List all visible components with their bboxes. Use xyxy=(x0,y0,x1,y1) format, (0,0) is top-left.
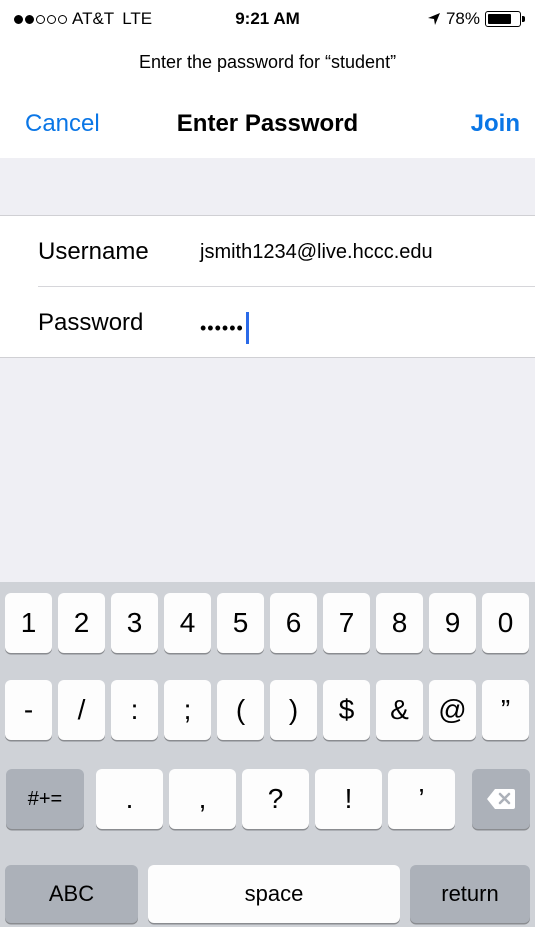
password-field[interactable]: •••••• xyxy=(200,312,249,344)
key[interactable]: & xyxy=(376,680,423,740)
status-bar: AT&T LTE 9:21 AM 78% xyxy=(0,0,535,40)
key[interactable]: 2 xyxy=(58,593,105,653)
key[interactable]: / xyxy=(58,680,105,740)
username-field[interactable]: jsmith1234@live.hccc.edu xyxy=(200,241,433,264)
key[interactable]: ; xyxy=(164,680,211,740)
numeric-keyboard: #+= ABC space return 1 2 3 4 5 6 7 8 9 0 - /:;() $ & @… xyxy=(0,582,535,927)
key[interactable]: ) xyxy=(270,680,317,740)
key[interactable]: ” xyxy=(482,680,529,740)
key[interactable]: $ xyxy=(323,680,370,740)
password-prompt: Enter the password for “student” xyxy=(138,52,397,72)
backspace-icon xyxy=(487,789,515,809)
password-row[interactable]: Password •••••• xyxy=(0,287,535,357)
password-masked-value: •••••• xyxy=(200,317,244,338)
navigation-bar: Cancel Enter Password Join xyxy=(0,100,535,150)
key[interactable]: ? xyxy=(242,769,309,829)
key[interactable]: - xyxy=(5,680,52,740)
key[interactable]: , xyxy=(169,769,236,829)
cancel-button[interactable]: Cancel xyxy=(25,110,100,138)
location-arrow-icon xyxy=(427,13,440,25)
space-key[interactable]: space xyxy=(148,865,400,923)
return-key[interactable]: return xyxy=(410,865,530,923)
join-button[interactable]: Join xyxy=(471,110,520,138)
section-spacer xyxy=(0,158,535,216)
key[interactable]: 3 xyxy=(111,593,158,653)
key[interactable]: ’ xyxy=(388,769,455,829)
key[interactable]: 4 xyxy=(164,593,211,653)
abc-key[interactable]: ABC xyxy=(5,865,138,923)
key[interactable]: 5 xyxy=(217,593,264,653)
text-cursor xyxy=(245,312,249,344)
password-label: Password xyxy=(38,309,144,336)
key[interactable]: : xyxy=(111,680,158,740)
key[interactable]: . xyxy=(96,769,163,829)
key[interactable]: 6 xyxy=(270,593,317,653)
battery-fill xyxy=(488,14,512,24)
username-label: Username xyxy=(38,238,149,265)
key[interactable]: 1 xyxy=(5,593,52,653)
battery-percent: 78% xyxy=(445,9,480,28)
key[interactable]: 9 xyxy=(429,593,476,653)
background-area xyxy=(0,358,535,582)
key[interactable]: 8 xyxy=(376,593,423,653)
battery-icon xyxy=(485,11,525,27)
key[interactable]: @ xyxy=(429,680,476,740)
key[interactable]: ( xyxy=(217,680,264,740)
username-row[interactable]: Username jsmith1234@live.hccc.edu xyxy=(0,216,535,286)
symbols-key[interactable]: #+= xyxy=(6,769,84,829)
key[interactable]: 7 xyxy=(323,593,370,653)
key[interactable]: 0 xyxy=(482,593,529,653)
key[interactable]: ! xyxy=(315,769,382,829)
status-right: 78% xyxy=(427,9,525,29)
backspace-key[interactable] xyxy=(472,769,530,829)
